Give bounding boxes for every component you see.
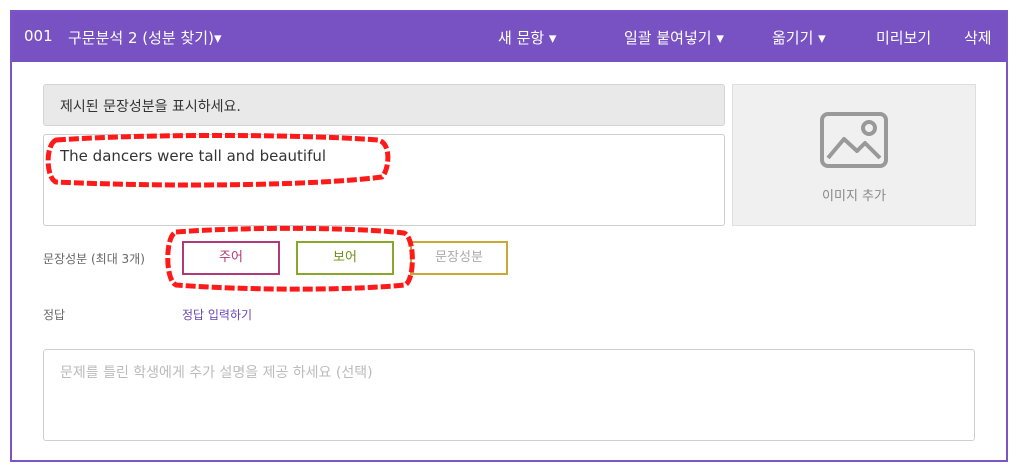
enter-answer-link[interactable]: 정답 입력하기: [182, 306, 252, 323]
component-chip-subject[interactable]: 주어: [182, 241, 280, 275]
explanation-field[interactable]: 문제를 틀린 학생에게 추가 설명을 제공 하세요 (선택): [43, 349, 975, 441]
delete-button[interactable]: 삭제: [964, 27, 992, 48]
question-type-dropdown[interactable]: 구문분석 2 (성분 찾기)▾: [68, 27, 221, 48]
components-label: 문장성분 (최대 3개): [43, 252, 145, 266]
image-icon: [820, 112, 888, 168]
add-image-button[interactable]: 이미지 추가: [732, 84, 976, 226]
add-image-label: 이미지 추가: [822, 189, 886, 204]
component-chip-empty[interactable]: 문장성분: [410, 241, 508, 275]
component-chip-complement[interactable]: 보어: [296, 241, 394, 275]
new-question-menu[interactable]: 새 문항 ▾: [498, 27, 556, 48]
sentence-field[interactable]: The dancers were tall and beautiful: [43, 134, 725, 226]
move-menu[interactable]: 옮기기 ▾: [772, 27, 826, 48]
bulk-paste-menu[interactable]: 일괄 붙여넣기 ▾: [624, 27, 724, 48]
editor-frame: 001 구문분석 2 (성분 찾기)▾ 새 문항 ▾ 일괄 붙여넣기 ▾ 옮기기…: [10, 10, 1008, 462]
preview-button[interactable]: 미리보기: [876, 27, 931, 48]
question-prompt-field[interactable]: 제시된 문장성분을 표시하세요.: [43, 84, 725, 126]
answer-label: 정답: [43, 308, 66, 322]
question-header: 001 구문분석 2 (성분 찾기)▾ 새 문항 ▾ 일괄 붙여넣기 ▾ 옮기기…: [12, 12, 1006, 62]
question-number: 001: [24, 27, 53, 45]
